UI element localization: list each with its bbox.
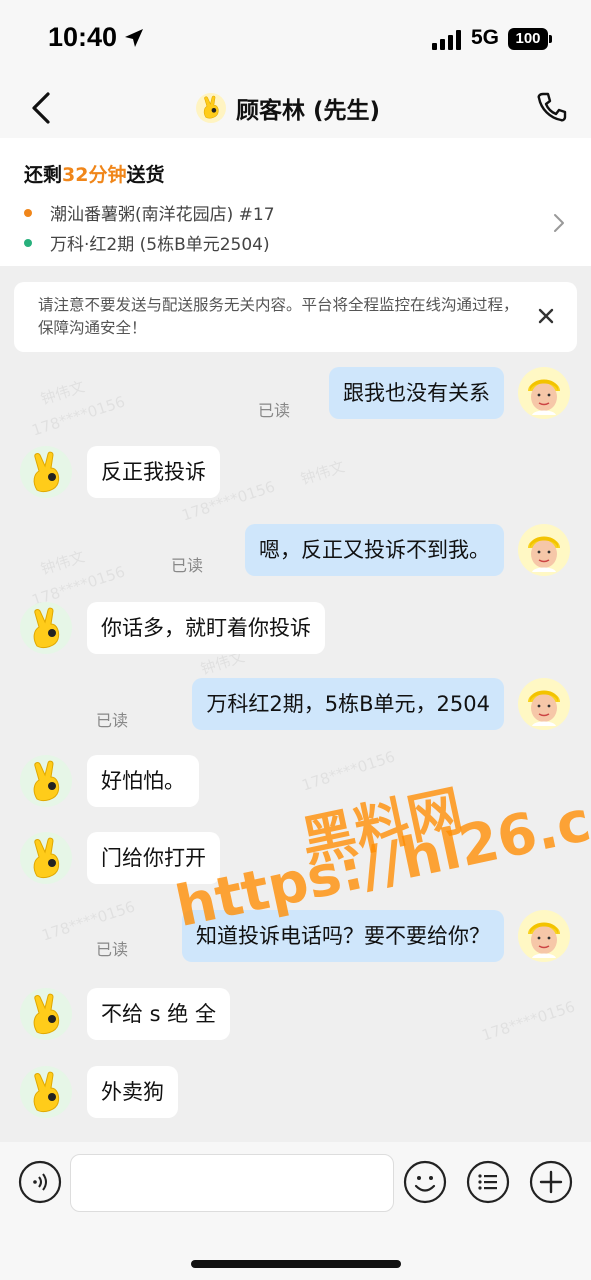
notice-banner: 请注意不要发送与配送服务无关内容。平台将全程监控在线沟通过程，保障沟通安全！ [14,282,577,352]
message-bubble-outgoing[interactable]: 知道投诉电话吗？要不要给你？ [182,910,504,962]
customer-avatar[interactable] [20,832,72,884]
message-bubble-incoming[interactable]: 好怕怕。 [87,755,199,807]
voice-icon[interactable] [18,1160,62,1204]
page-title: 顾客林 (先生) [236,98,381,124]
kangaroo-hand-icon [33,993,60,1035]
message-bubble-outgoing[interactable]: 跟我也没有关系 [329,367,504,419]
location-arrow-icon [125,29,143,47]
nav-bar: 顾客林 (先生) [0,78,591,138]
kangaroo-hand-icon [33,1071,60,1113]
message-bubble-incoming[interactable]: 不给 s 绝 全 [87,988,230,1040]
kangaroo-hand-icon [33,760,60,802]
nav-title-group: 顾客林 (先生) [196,88,380,128]
eta-suffix: 送货 [126,164,165,186]
eta-prefix: 还剩 [24,164,63,186]
customer-avatar [196,93,226,123]
courier-face-icon [528,536,560,572]
courier-avatar[interactable] [518,524,570,576]
watermark-name: 钟伟文 [38,377,87,409]
courier-avatar[interactable] [518,367,570,419]
chevron-right-icon[interactable] [552,212,566,234]
watermark-phone: 178****0156 [479,997,578,1045]
customer-avatar[interactable] [20,988,72,1040]
message-input[interactable] [70,1154,394,1212]
chevron-left-icon[interactable] [26,90,58,126]
delivery-eta: 还剩32分钟送货 [24,160,164,187]
kangaroo-hand-icon [203,95,219,119]
notice-text: 请注意不要发送与配送服务无关内容。平台将全程监控在线沟通过程，保障沟通安全！ [38,296,519,337]
status-bar: 10:40 5G 100 [0,0,591,78]
watermark-name: 钟伟文 [298,457,347,489]
message-bubble-incoming[interactable]: 外卖狗 [87,1066,178,1118]
battery-tip [549,35,552,43]
home-indicator [191,1260,401,1268]
read-receipt: 已读 [171,556,204,575]
read-receipt: 已读 [258,401,291,420]
order-card[interactable]: 还剩32分钟送货 潮汕番薯粥(南洋花园店) #17 万科·红2期 (5栋B单元2… [0,138,591,266]
customer-avatar[interactable] [20,602,72,654]
delivery-address: 万科·红2期 (5栋B单元2504) [50,235,270,255]
message-bubble-outgoing[interactable]: 嗯，反正又投诉不到我。 [245,524,504,576]
message-bubble-incoming[interactable]: 反正我投诉 [87,446,220,498]
watermark-phone: 178****0156 [299,747,398,795]
customer-avatar[interactable] [20,1066,72,1118]
message-bubble-incoming[interactable]: 门给你打开 [87,832,220,884]
kangaroo-hand-icon [33,607,60,649]
courier-avatar[interactable] [518,678,570,730]
network-type: 5G [471,26,500,49]
status-time: 10:40 [48,22,118,52]
phone-icon[interactable] [535,90,569,124]
kangaroo-hand-icon [33,837,60,879]
message-bubble-incoming[interactable]: 你话多，就盯着你投诉 [87,602,325,654]
signal-icon [432,30,461,50]
read-receipt: 已读 [96,711,129,730]
courier-face-icon [528,379,560,415]
battery-icon: 100 [508,28,548,50]
read-receipt: 已读 [96,940,129,959]
courier-face-icon [528,690,560,726]
emoji-icon[interactable] [403,1160,447,1204]
store-name: 潮汕番薯粥(南洋花园店) #17 [50,205,275,225]
message-bubble-outgoing[interactable]: 万科红2期，5栋B单元，2504 [192,678,504,730]
plus-icon[interactable] [529,1160,573,1204]
courier-face-icon [528,922,560,958]
eta-minutes: 32分钟 [62,164,127,186]
customer-avatar[interactable] [20,446,72,498]
list-icon[interactable] [466,1160,510,1204]
customer-avatar[interactable] [20,755,72,807]
watermark-name: 钟伟文 [38,547,87,579]
kangaroo-hand-icon [33,451,60,493]
chat-area[interactable]: 钟伟文 178****0156 钟伟文 178****0156 钟伟文 178*… [0,352,591,1142]
address-dot [24,239,32,247]
close-icon[interactable] [536,306,556,326]
store-dot [24,209,32,217]
input-bar [0,1142,591,1280]
courier-avatar[interactable] [518,910,570,962]
